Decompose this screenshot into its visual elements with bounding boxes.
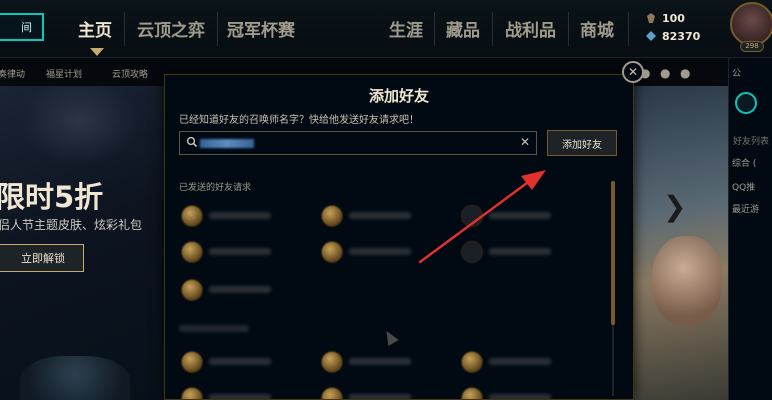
avatar: [181, 241, 203, 263]
riot-points-amount: 82370: [662, 30, 701, 43]
blue-essence-amount: 100: [662, 12, 685, 25]
nav-divider: [492, 12, 493, 46]
list-item[interactable]: [461, 387, 591, 399]
sent-requests-label: 已发送的好友请求: [179, 183, 252, 193]
redacted-name: [349, 394, 411, 399]
active-nav-indicator: [90, 48, 104, 56]
list-item[interactable]: [461, 241, 591, 267]
avatar: [181, 205, 203, 227]
nav-store[interactable]: 商城: [580, 16, 614, 41]
list-item[interactable]: [181, 387, 311, 399]
nav-divider: [568, 12, 569, 46]
nav-divider: [217, 12, 218, 46]
banner-art: [20, 86, 140, 166]
subnav-item[interactable]: 福星计划: [46, 67, 82, 80]
summoner-name-field[interactable]: ✕: [179, 131, 537, 155]
avatar: [461, 351, 483, 373]
riot-points-icon: [646, 31, 656, 41]
promo-subtitle: 侣人节主题皮肤、炫彩礼包: [0, 218, 143, 232]
nav-clash[interactable]: 冠军杯赛: [227, 16, 295, 41]
friend-group[interactable]: QQ推: [732, 180, 755, 193]
friend-group[interactable]: 综合 (: [732, 156, 756, 169]
redacted-name: [349, 212, 411, 219]
list-item[interactable]: [321, 241, 451, 267]
nav-profile[interactable]: 生涯: [389, 16, 423, 41]
nav-collection[interactable]: 藏品: [446, 16, 480, 41]
avatar: [321, 351, 343, 373]
list-item[interactable]: [181, 279, 311, 305]
add-friend-dialog: 添加好友 已经知道好友的召唤师名字？快给他发送好友请求吧！ ✕ 添加好友 已发送…: [164, 74, 634, 400]
champion-art: [652, 236, 722, 326]
banner-art: [20, 356, 130, 400]
summoner-level-badge: 298: [740, 41, 764, 52]
nav-divider: [124, 12, 125, 46]
promo-title: 限时5折: [0, 180, 104, 214]
list-item[interactable]: [461, 205, 591, 231]
avatar: [181, 387, 203, 399]
list-item[interactable]: [181, 205, 311, 231]
redacted-name: [489, 212, 551, 219]
search-icon: [186, 136, 198, 148]
list-item[interactable]: [181, 241, 311, 267]
avatar: [321, 205, 343, 227]
social-panel: 公 好友列表 综合 ( QQ推 最近游: [728, 58, 772, 400]
close-dialog-button[interactable]: ✕: [622, 61, 644, 83]
play-button[interactable]: 间: [0, 13, 44, 41]
list-item[interactable]: [321, 205, 451, 231]
dialog-prompt: 已经知道好友的召唤师名字？快给他发送好友请求吧！: [179, 115, 419, 126]
top-navigation-bar: 间 主页 云顶之弈 冠军杯赛 生涯 藏品 战利品 商城 100 82370 29…: [0, 0, 772, 58]
avatar: [461, 241, 483, 263]
dialog-title: 添加好友: [368, 87, 429, 105]
featured-art: [634, 86, 728, 400]
subnav-item[interactable]: 云顶攻略: [112, 67, 148, 80]
scrollbar-thumb[interactable]: [611, 181, 615, 325]
avatar: [181, 351, 203, 373]
nav-home[interactable]: 主页: [78, 16, 112, 41]
close-icon[interactable]: ✕: [520, 135, 530, 149]
social-header: 公: [732, 69, 742, 79]
unlock-button[interactable]: 立即解锁: [0, 244, 84, 272]
redacted-name: [209, 212, 271, 219]
list-item[interactable]: [461, 351, 591, 377]
avatar[interactable]: [730, 2, 772, 46]
section-divider: [179, 325, 249, 332]
redacted-name: [349, 248, 411, 255]
list-item[interactable]: [181, 351, 311, 377]
nav-divider: [434, 12, 435, 46]
avatar: [461, 205, 483, 227]
status-icon[interactable]: [735, 92, 757, 114]
chevron-right-icon[interactable]: ❯: [663, 190, 686, 223]
friends-list-title: 好友列表: [733, 137, 770, 147]
redacted-name: [200, 139, 254, 148]
redacted-name: [209, 394, 271, 399]
redacted-name: [349, 358, 411, 365]
redacted-name: [209, 248, 271, 255]
redacted-name: [489, 248, 551, 255]
chat-icon[interactable]: ●: [660, 66, 670, 80]
home-banner: 限时5折 侣人节主题皮肤、炫彩礼包 立即解锁: [0, 86, 164, 400]
redacted-name: [209, 358, 271, 365]
avatar: [321, 387, 343, 399]
subnav-item[interactable]: 奏律动: [0, 67, 25, 80]
avatar: [321, 241, 343, 263]
avatar: [461, 387, 483, 399]
friend-group[interactable]: 最近游: [732, 202, 759, 215]
nav-loot[interactable]: 战利品: [505, 16, 556, 41]
nav-tft[interactable]: 云顶之弈: [137, 16, 205, 41]
nav-divider: [628, 12, 629, 46]
add-friend-button[interactable]: 添加好友: [547, 130, 617, 156]
avatar: [181, 279, 203, 301]
list-item[interactable]: [321, 387, 451, 399]
redacted-name: [489, 358, 551, 365]
notification-icon[interactable]: ●: [680, 66, 690, 80]
redacted-name: [209, 286, 271, 293]
blue-essence-icon: [647, 13, 655, 23]
redacted-name: [489, 394, 551, 399]
list-item[interactable]: [321, 351, 451, 377]
